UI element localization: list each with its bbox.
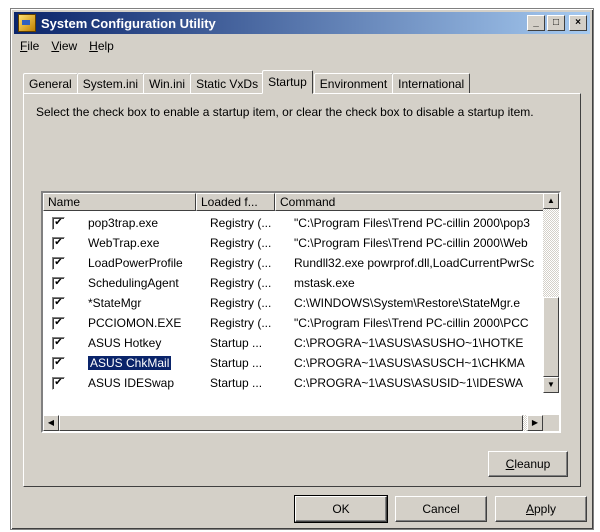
- tab-static-vxds[interactable]: Static VxDs: [190, 73, 265, 94]
- scroll-corner: [543, 415, 559, 431]
- startup-checkbox[interactable]: ✔: [52, 316, 65, 330]
- startup-checkbox[interactable]: ✔: [52, 276, 65, 290]
- item-name-text: PCCIOMON.EXE: [88, 316, 182, 330]
- tab-strip: General System.ini Win.ini Static VxDs S…: [23, 70, 471, 94]
- vertical-scrollbar[interactable]: ▲ ▼: [543, 193, 559, 393]
- item-name: ASUS Hotkey: [88, 336, 206, 350]
- item-name-text: ASUS ChkMail: [88, 356, 173, 370]
- list-item[interactable]: ✔ pop3trap.exe Registry (... "C:\Program Fi…: [43, 213, 539, 233]
- tab-startup[interactable]: Startup: [262, 70, 313, 94]
- scroll-left-button[interactable]: ◀: [43, 415, 59, 431]
- close-button[interactable]: ×: [569, 15, 587, 31]
- startup-checkbox[interactable]: ✔: [52, 216, 65, 230]
- ok-button[interactable]: OK: [294, 495, 388, 523]
- instructions-text: Select the check box to enable a startup…: [36, 105, 534, 119]
- column-header-command[interactable]: Command: [275, 193, 546, 211]
- item-name: WebTrap.exe: [88, 236, 206, 250]
- list-item[interactable]: ✔ SchedulingAgent Registry (... mstask.exe: [43, 273, 539, 293]
- item-loaded-from: Registry (...: [210, 276, 272, 290]
- item-name-text: *StateMgr: [88, 296, 142, 310]
- item-loaded-from: Startup ...: [210, 376, 263, 390]
- startup-checkbox[interactable]: ✔: [52, 356, 65, 370]
- item-loaded-from: Startup ...: [210, 336, 263, 350]
- item-command: "C:\Program Files\Trend PC-cillin 2000\W…: [294, 236, 528, 250]
- item-loaded-from: Registry (...: [210, 316, 272, 330]
- tab-international[interactable]: International: [392, 73, 471, 94]
- item-loaded-from: Startup ...: [210, 356, 263, 370]
- item-command: Rundll32.exe powrprof.dll,LoadCurrentPwr…: [294, 256, 535, 270]
- app-icon: [18, 14, 36, 32]
- item-command: C:\PROGRA~1\ASUS\ASUSID~1\IDESWA: [294, 376, 523, 390]
- list-item[interactable]: ✔ ASUS ChkMail Startup ... C:\PROGRA~1\ASUS…: [43, 353, 539, 373]
- system-configuration-window: System Configuration Utility _ □ × File …: [10, 8, 594, 530]
- item-command: "C:\Program Files\Trend PC-cillin 2000\P…: [294, 316, 529, 330]
- startup-panel: Select the check box to enable a startup…: [23, 93, 581, 487]
- item-name: SchedulingAgent: [88, 276, 206, 290]
- item-command: C:\WINDOWS\System\Restore\StateMgr.e: [294, 296, 521, 310]
- item-loaded-from: Registry (...: [210, 236, 272, 250]
- item-name: ASUS ChkMail: [88, 356, 206, 370]
- list-item[interactable]: ✔ WebTrap.exe Registry (... "C:\Program Fil…: [43, 233, 539, 253]
- item-name-text: SchedulingAgent: [88, 276, 179, 290]
- minimize-button[interactable]: _: [527, 15, 545, 31]
- menu-view[interactable]: View: [45, 39, 83, 53]
- cleanup-button[interactable]: Cleanup: [488, 451, 568, 477]
- tab-environment[interactable]: Environment: [313, 73, 394, 94]
- menu-help[interactable]: Help: [83, 39, 120, 53]
- list-rows: ✔ pop3trap.exe Registry (... "C:\Program Fi…: [43, 213, 539, 393]
- horizontal-scrollbar[interactable]: ◀ ▶: [43, 415, 543, 431]
- list-item[interactable]: ✔ PCCIOMON.EXE Registry (... "C:\Program Fi…: [43, 313, 539, 333]
- item-name-text: WebTrap.exe: [88, 236, 160, 250]
- column-header-name[interactable]: Name: [43, 193, 196, 211]
- item-name: LoadPowerProfile: [88, 256, 206, 270]
- maximize-button[interactable]: □: [547, 15, 565, 31]
- title-bar[interactable]: System Configuration Utility _ □ ×: [14, 12, 590, 34]
- tab-system-ini[interactable]: System.ini: [76, 73, 145, 94]
- startup-checkbox[interactable]: ✔: [52, 376, 65, 390]
- list-header: Name Loaded f... Command: [43, 193, 559, 211]
- item-command: "C:\Program Files\Trend PC-cillin 2000\p…: [294, 216, 530, 230]
- item-name: *StateMgr: [88, 296, 206, 310]
- item-name-text: ASUS Hotkey: [88, 336, 162, 350]
- startup-checkbox[interactable]: ✔: [52, 236, 65, 250]
- list-item[interactable]: ✔ ASUS Hotkey Startup ... C:\PROGRA~1\ASUS\…: [43, 333, 539, 353]
- item-name-text: LoadPowerProfile: [88, 256, 183, 270]
- item-loaded-from: Registry (...: [210, 296, 272, 310]
- item-name-text: pop3trap.exe: [88, 216, 159, 230]
- window-title: System Configuration Utility: [41, 15, 216, 31]
- item-loaded-from: Registry (...: [210, 256, 272, 270]
- startup-checkbox[interactable]: ✔: [52, 296, 65, 310]
- item-loaded-from: Registry (...: [210, 216, 272, 230]
- scroll-right-button[interactable]: ▶: [527, 415, 543, 431]
- tab-general[interactable]: General: [23, 73, 78, 94]
- startup-list[interactable]: Name Loaded f... Command ✔ pop3trap.exe Re…: [41, 191, 561, 433]
- item-name: pop3trap.exe: [88, 216, 206, 230]
- vertical-scroll-thumb[interactable]: [543, 297, 559, 377]
- menu-bar: File View Help: [14, 36, 590, 56]
- item-name: ASUS IDESwap: [88, 376, 206, 390]
- horizontal-scroll-thumb[interactable]: [59, 415, 523, 431]
- list-item[interactable]: ✔ ASUS IDESwap Startup ... C:\PROGRA~1\ASUS…: [43, 373, 539, 393]
- tab-win-ini[interactable]: Win.ini: [143, 73, 192, 94]
- item-command: C:\PROGRA~1\ASUS\ASUSCH~1\CHKMA: [294, 356, 525, 370]
- startup-checkbox[interactable]: ✔: [52, 256, 65, 270]
- item-command: mstask.exe: [294, 276, 355, 290]
- menu-file[interactable]: File: [14, 39, 45, 53]
- item-name-text: ASUS IDESwap: [88, 376, 175, 390]
- item-command: C:\PROGRA~1\ASUS\ASUSHO~1\HOTKE: [294, 336, 524, 350]
- apply-button[interactable]: Apply: [495, 496, 587, 522]
- item-name: PCCIOMON.EXE: [88, 316, 206, 330]
- list-item[interactable]: ✔ LoadPowerProfile Registry (... Rundll32.e…: [43, 253, 539, 273]
- scroll-up-button[interactable]: ▲: [543, 193, 559, 209]
- column-header-loaded-from[interactable]: Loaded f...: [196, 193, 275, 211]
- scroll-down-button[interactable]: ▼: [543, 377, 559, 393]
- startup-checkbox[interactable]: ✔: [52, 336, 65, 350]
- cancel-button[interactable]: Cancel: [395, 496, 487, 522]
- list-item[interactable]: ✔ *StateMgr Registry (... C:\WINDOWS\System…: [43, 293, 539, 313]
